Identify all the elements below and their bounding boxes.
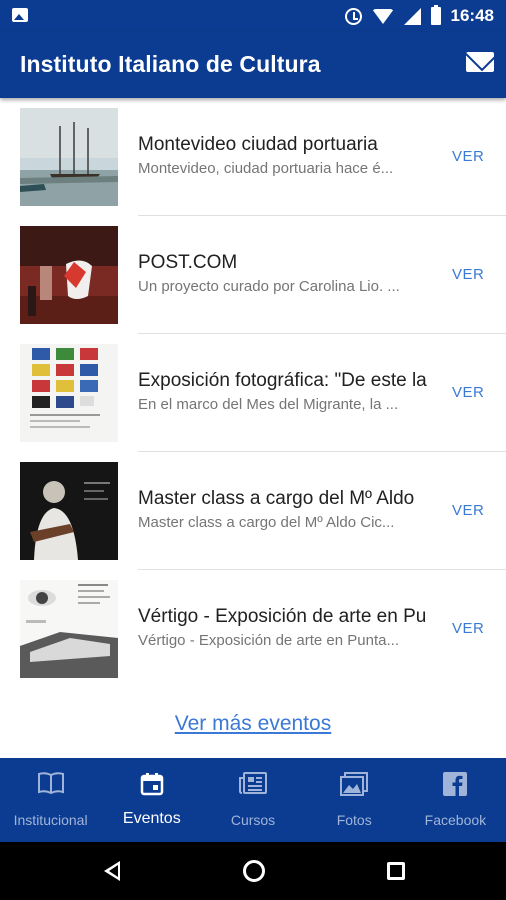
alarm-icon bbox=[344, 7, 362, 25]
event-title: POST.COM bbox=[138, 252, 238, 273]
event-subtitle: Un proyecto curado por Carolina Lio. ... bbox=[138, 278, 400, 295]
event-item[interactable]: Montevideo ciudad portuaria Montevideo, … bbox=[0, 98, 506, 216]
event-thumbnail bbox=[20, 226, 118, 324]
event-subtitle: Vértigo - Exposición de arte en Punta... bbox=[138, 632, 399, 649]
status-icons: 16:48 bbox=[344, 0, 494, 32]
nav-label: Institucional bbox=[13, 812, 88, 828]
event-subtitle: Montevideo, ciudad portuaria hace é... bbox=[138, 160, 394, 177]
nav-facebook[interactable]: Facebook bbox=[405, 758, 506, 842]
system-navigation-bar bbox=[0, 842, 506, 900]
event-title: Master class a cargo del Mº Aldo bbox=[138, 488, 415, 509]
app-title: Instituto Italiano de Cultura bbox=[20, 51, 321, 77]
event-title: Vértigo - Exposición de arte en Pu bbox=[138, 606, 427, 627]
nav-fotos[interactable]: Fotos bbox=[304, 758, 405, 842]
recents-icon[interactable] bbox=[387, 862, 405, 880]
event-thumbnail bbox=[20, 344, 118, 442]
nav-cursos[interactable]: Cursos bbox=[202, 758, 303, 842]
nav-label: Facebook bbox=[424, 812, 487, 828]
mail-icon[interactable] bbox=[466, 52, 494, 72]
event-item[interactable]: POST.COM Un proyecto curado por Carolina… bbox=[0, 216, 506, 334]
event-item[interactable]: Exposición fotográfica: "De este la En e… bbox=[0, 334, 506, 452]
bottom-navigation: Institucional Eventos Cursos Fotos Faceb… bbox=[0, 758, 506, 842]
event-title: Exposición fotográfica: "De este la bbox=[138, 370, 427, 391]
nav-label: Fotos bbox=[336, 812, 372, 828]
event-thumbnail bbox=[20, 462, 118, 560]
battery-icon bbox=[430, 5, 441, 25]
ver-button[interactable]: VER bbox=[452, 620, 484, 637]
ver-button[interactable]: VER bbox=[452, 384, 484, 401]
calendar-icon bbox=[140, 773, 164, 796]
more-events-link[interactable]: Ver más eventos bbox=[175, 712, 331, 735]
status-time: 16:48 bbox=[450, 6, 494, 25]
event-item[interactable]: Master class a cargo del Mº Aldo Master … bbox=[0, 452, 506, 570]
event-subtitle: En el marco del Mes del Migrante, la ... bbox=[138, 396, 399, 413]
event-list: Montevideo ciudad portuaria Montevideo, … bbox=[0, 98, 506, 688]
ver-button[interactable]: VER bbox=[452, 148, 484, 165]
event-subtitle: Master class a cargo del Mº Aldo Cic... bbox=[138, 514, 395, 531]
event-item[interactable]: Vértigo - Exposición de arte en Pu Vérti… bbox=[0, 570, 506, 688]
gallery-notification-icon bbox=[12, 8, 28, 22]
back-icon[interactable] bbox=[104, 861, 120, 881]
home-icon[interactable] bbox=[243, 860, 265, 882]
photos-icon bbox=[340, 772, 369, 796]
nav-institucional[interactable]: Institucional bbox=[0, 758, 101, 842]
ver-button[interactable]: VER bbox=[452, 502, 484, 519]
facebook-icon bbox=[443, 772, 468, 796]
status-bar: 16:48 bbox=[0, 0, 506, 32]
event-thumbnail bbox=[20, 108, 118, 206]
event-title: Montevideo ciudad portuaria bbox=[138, 134, 378, 155]
newspaper-icon bbox=[239, 772, 267, 794]
nav-label: Cursos bbox=[230, 812, 276, 828]
more-events: Ver más eventos bbox=[0, 712, 506, 736]
event-thumbnail bbox=[20, 580, 118, 678]
nav-eventos[interactable]: Eventos bbox=[101, 758, 202, 842]
book-icon bbox=[37, 772, 64, 794]
nav-label: Eventos bbox=[122, 810, 181, 827]
wifi-icon bbox=[371, 8, 394, 24]
app-bar: Instituto Italiano de Cultura bbox=[0, 32, 506, 98]
ver-button[interactable]: VER bbox=[452, 266, 484, 283]
signal-icon bbox=[403, 7, 421, 25]
